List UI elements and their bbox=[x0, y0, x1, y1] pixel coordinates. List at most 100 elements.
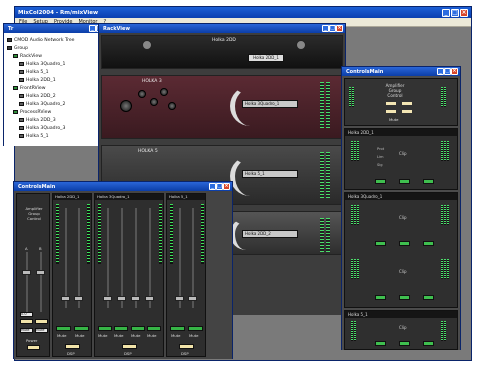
dsp-button[interactable] bbox=[122, 344, 137, 349]
rack-titlebar[interactable]: RackView _ □ × bbox=[99, 24, 345, 33]
dsp-button[interactable] bbox=[399, 241, 410, 246]
minimize-icon[interactable]: _ bbox=[442, 8, 450, 17]
mute-button[interactable] bbox=[375, 341, 386, 346]
dsp-button[interactable] bbox=[65, 344, 80, 349]
fader-handle[interactable] bbox=[22, 270, 31, 275]
mute-button[interactable] bbox=[98, 326, 112, 331]
fader-handle[interactable] bbox=[36, 270, 45, 275]
fader-handle[interactable] bbox=[103, 296, 112, 301]
power-button[interactable] bbox=[27, 345, 40, 350]
knob-icon[interactable] bbox=[150, 98, 158, 106]
mute-button[interactable] bbox=[114, 326, 128, 331]
fader-handle[interactable] bbox=[145, 296, 154, 301]
tree-node[interactable]: ProcessRView bbox=[7, 108, 109, 116]
close-icon[interactable]: × bbox=[336, 25, 343, 32]
maximize-icon[interactable]: □ bbox=[216, 183, 223, 190]
fader-handle[interactable] bbox=[74, 296, 83, 301]
tree-node[interactable]: Holka 3Quadro_1 bbox=[7, 60, 109, 68]
controls-left-titlebar[interactable]: ControlsMain _ □ × bbox=[14, 182, 232, 191]
group-button[interactable] bbox=[20, 319, 33, 324]
knob-icon[interactable] bbox=[296, 40, 306, 50]
fader-track[interactable] bbox=[26, 252, 28, 312]
fader-handle[interactable] bbox=[188, 296, 197, 301]
mute-button[interactable]: Mute bbox=[20, 328, 33, 333]
tree-node[interactable]: FrontRView bbox=[7, 84, 109, 92]
level-meter bbox=[320, 218, 324, 252]
tree-node[interactable]: Holka 2DD_2 bbox=[7, 92, 109, 100]
minimize-icon[interactable]: _ bbox=[437, 68, 444, 75]
mute-button[interactable] bbox=[131, 326, 145, 331]
strip-name: Holka 5_1 bbox=[167, 194, 205, 200]
mute-button[interactable] bbox=[375, 241, 386, 246]
controls-right-titlebar[interactable]: ControlsMain _ □ × bbox=[342, 67, 460, 76]
dsp-button[interactable] bbox=[399, 295, 410, 300]
fader-track[interactable] bbox=[65, 208, 67, 308]
level-meter bbox=[98, 204, 101, 264]
phase-button[interactable] bbox=[423, 179, 434, 184]
fader-track[interactable] bbox=[40, 252, 42, 312]
close-icon[interactable]: × bbox=[223, 183, 230, 190]
tree-node[interactable]: Holka 2DD_1 bbox=[7, 76, 109, 84]
tree-node-label: Group bbox=[14, 45, 28, 51]
mute-button[interactable] bbox=[147, 326, 161, 331]
dsp-button[interactable] bbox=[179, 344, 194, 349]
tree-node[interactable]: Holka 3Quadro_3 bbox=[7, 124, 109, 132]
rack-device[interactable]: HOLKA 3 Holka 3Quadro_1 bbox=[101, 75, 343, 139]
dsp-button[interactable] bbox=[399, 179, 410, 184]
phase-button[interactable] bbox=[423, 241, 434, 246]
minimize-icon[interactable]: _ bbox=[209, 183, 216, 190]
fader-handle[interactable] bbox=[61, 296, 70, 301]
group-toggle-button[interactable] bbox=[401, 109, 413, 114]
tree-node[interactable]: RackView bbox=[7, 52, 109, 60]
knob-icon[interactable] bbox=[138, 90, 146, 98]
folder-icon bbox=[13, 86, 18, 90]
tree-node[interactable]: Holka 5_1 bbox=[7, 68, 109, 76]
dsp-button[interactable] bbox=[399, 341, 410, 346]
tree-node[interactable]: Holka 3Quadro_2 bbox=[7, 100, 109, 108]
minimize-icon[interactable]: _ bbox=[322, 25, 329, 32]
maximize-icon[interactable]: □ bbox=[444, 68, 451, 75]
tree-titlebar[interactable]: Tr _ □ × bbox=[4, 24, 112, 33]
fader-track[interactable] bbox=[192, 208, 194, 308]
tree-node[interactable]: Holka 2DD_3 bbox=[7, 116, 109, 124]
rack-device[interactable]: Holka 2DD Holka 2DD_1 bbox=[101, 35, 343, 69]
knob-icon[interactable] bbox=[160, 88, 168, 96]
minimize-icon[interactable]: _ bbox=[89, 25, 96, 32]
mute-button[interactable] bbox=[170, 326, 185, 331]
phase-button[interactable] bbox=[423, 295, 434, 300]
fader-track[interactable] bbox=[149, 208, 151, 308]
close-icon[interactable]: × bbox=[451, 68, 458, 75]
tree-node[interactable]: Group bbox=[7, 44, 109, 52]
fader-handle[interactable] bbox=[131, 296, 140, 301]
knob-icon[interactable] bbox=[120, 100, 132, 112]
clip-label: Clip bbox=[399, 151, 407, 156]
mute-button[interactable]: Mute bbox=[35, 328, 48, 333]
maximize-icon[interactable]: □ bbox=[451, 8, 459, 17]
mute-button[interactable] bbox=[375, 179, 386, 184]
fader-track[interactable] bbox=[78, 208, 80, 308]
fader-handle[interactable] bbox=[117, 296, 126, 301]
fader-track[interactable] bbox=[179, 208, 181, 308]
mute-button[interactable] bbox=[375, 295, 386, 300]
close-icon[interactable]: × bbox=[460, 8, 468, 17]
group-button[interactable] bbox=[35, 319, 48, 324]
tree-node[interactable]: CMOD Audio Network Tree bbox=[7, 36, 109, 44]
group-toggle-button[interactable] bbox=[385, 109, 397, 114]
knob-icon[interactable] bbox=[168, 102, 176, 110]
maximize-icon[interactable]: □ bbox=[329, 25, 336, 32]
mute-button[interactable] bbox=[188, 326, 203, 331]
group-toggle-button[interactable] bbox=[385, 101, 397, 106]
group-toggle-button[interactable] bbox=[401, 101, 413, 106]
mute-button[interactable] bbox=[56, 326, 71, 331]
fader-track[interactable] bbox=[107, 208, 109, 308]
fader-handle[interactable] bbox=[175, 296, 184, 301]
device-icon bbox=[19, 102, 24, 106]
tree-node[interactable]: Holka 5_1 bbox=[7, 132, 109, 140]
fader-track[interactable] bbox=[121, 208, 123, 308]
knob-icon[interactable] bbox=[142, 40, 152, 50]
mute-button[interactable] bbox=[74, 326, 89, 331]
phase-button[interactable] bbox=[423, 341, 434, 346]
level-meter bbox=[441, 141, 449, 161]
device-icon bbox=[19, 118, 24, 122]
fader-track[interactable] bbox=[135, 208, 137, 308]
